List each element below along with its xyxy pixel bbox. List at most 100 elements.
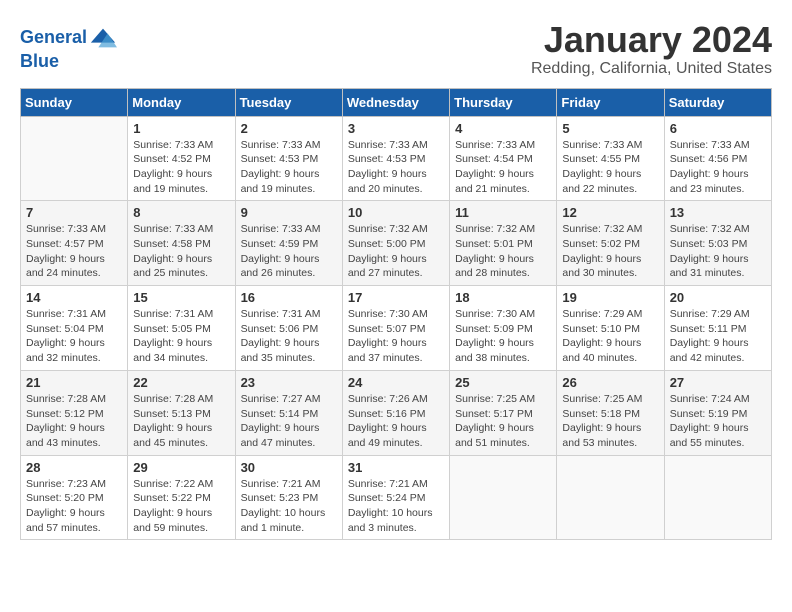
day-number: 2 [241,121,337,136]
day-number: 19 [562,290,658,305]
calendar-cell [664,455,771,540]
calendar-week-row: 7Sunrise: 7:33 AMSunset: 4:57 PMDaylight… [21,201,772,286]
calendar-cell: 16 Sunrise: 7:31 AMSunset: 5:06 PMDayligh… [235,286,342,371]
day-number: 25 [455,375,551,390]
calendar-cell: 26 Sunrise: 7:25 AMSunset: 5:18 PMDayligh… [557,370,664,455]
calendar-cell: 9 Sunrise: 7:33 AMSunset: 4:59 PMDaylight… [235,201,342,286]
calendar-cell: 21Sunrise: 7:28 AMSunset: 5:12 PMDayligh… [21,370,128,455]
weekday-header: Tuesday [235,88,342,116]
page-header: General Blue January 2024 Redding, Calif… [20,20,772,78]
day-info: Sunrise: 7:29 AMSunset: 5:11 PMDaylight:… [670,307,766,366]
day-number: 10 [348,205,444,220]
day-number: 6 [670,121,766,136]
day-info: Sunrise: 7:33 AMSunset: 4:56 PMDaylight:… [670,138,766,197]
day-number: 16 [241,290,337,305]
calendar-cell: 22 Sunrise: 7:28 AMSunset: 5:13 PMDayligh… [128,370,235,455]
day-number: 9 [241,205,337,220]
day-number: 15 [133,290,229,305]
calendar-cell: 24 Sunrise: 7:26 AMSunset: 5:16 PMDayligh… [342,370,449,455]
day-info: Sunrise: 7:31 AMSunset: 5:06 PMDaylight:… [241,307,337,366]
calendar-cell: 14 Sunrise: 7:31 AMSunset: 5:04 PMDayligh… [21,286,128,371]
calendar-cell: 30 Sunrise: 7:21 AMSunset: 5:23 PMDayligh… [235,455,342,540]
day-info: Sunrise: 7:21 AMSunset: 5:23 PMDaylight:… [241,477,337,536]
calendar-week-row: 14 Sunrise: 7:31 AMSunset: 5:04 PMDayligh… [21,286,772,371]
calendar-cell: 23 Sunrise: 7:27 AMSunset: 5:14 PMDayligh… [235,370,342,455]
day-number: 13 [670,205,766,220]
weekday-header: Monday [128,88,235,116]
weekday-header: Friday [557,88,664,116]
calendar-cell: 17Sunrise: 7:30 AMSunset: 5:07 PMDayligh… [342,286,449,371]
day-number: 8 [133,205,229,220]
calendar-cell: 7Sunrise: 7:33 AMSunset: 4:57 PMDaylight… [21,201,128,286]
day-info: Sunrise: 7:22 AMSunset: 5:22 PMDaylight:… [133,477,229,536]
calendar-week-row: 28 Sunrise: 7:23 AMSunset: 5:20 PMDayligh… [21,455,772,540]
day-number: 23 [241,375,337,390]
weekday-header: Saturday [664,88,771,116]
day-info: Sunrise: 7:33 AMSunset: 4:53 PMDaylight:… [348,138,444,197]
calendar-cell: 2Sunrise: 7:33 AMSunset: 4:53 PMDaylight… [235,116,342,201]
day-info: Sunrise: 7:25 AMSunset: 5:17 PMDaylight:… [455,392,551,451]
calendar-cell: 10 Sunrise: 7:32 AMSunset: 5:00 PMDayligh… [342,201,449,286]
day-number: 30 [241,460,337,475]
calendar-cell [450,455,557,540]
day-info: Sunrise: 7:33 AMSunset: 4:55 PMDaylight:… [562,138,658,197]
calendar-cell: 4Sunrise: 7:33 AMSunset: 4:54 PMDaylight… [450,116,557,201]
day-number: 31 [348,460,444,475]
day-info: Sunrise: 7:24 AMSunset: 5:19 PMDaylight:… [670,392,766,451]
day-info: Sunrise: 7:30 AMSunset: 5:09 PMDaylight:… [455,307,551,366]
calendar-cell: 19 Sunrise: 7:29 AMSunset: 5:10 PMDayligh… [557,286,664,371]
day-number: 3 [348,121,444,136]
weekday-header: Thursday [450,88,557,116]
logo-blue: Blue [20,52,117,72]
day-info: Sunrise: 7:23 AMSunset: 5:20 PMDaylight:… [26,477,122,536]
calendar-cell: 25 Sunrise: 7:25 AMSunset: 5:17 PMDayligh… [450,370,557,455]
day-info: Sunrise: 7:33 AMSunset: 4:54 PMDaylight:… [455,138,551,197]
day-info: Sunrise: 7:32 AMSunset: 5:00 PMDaylight:… [348,222,444,281]
day-info: Sunrise: 7:33 AMSunset: 4:58 PMDaylight:… [133,222,229,281]
calendar-cell: 29Sunrise: 7:22 AMSunset: 5:22 PMDayligh… [128,455,235,540]
day-info: Sunrise: 7:21 AMSunset: 5:24 PMDaylight:… [348,477,444,536]
title-block: January 2024 Redding, California, United… [531,20,772,78]
day-number: 27 [670,375,766,390]
calendar-cell: 15 Sunrise: 7:31 AMSunset: 5:05 PMDayligh… [128,286,235,371]
weekday-header: Wednesday [342,88,449,116]
calendar-title: January 2024 [531,20,772,60]
day-number: 18 [455,290,551,305]
day-info: Sunrise: 7:31 AMSunset: 5:04 PMDaylight:… [26,307,122,366]
day-info: Sunrise: 7:32 AMSunset: 5:01 PMDaylight:… [455,222,551,281]
calendar-cell [557,455,664,540]
day-number: 22 [133,375,229,390]
logo-icon [89,24,117,52]
calendar-cell: 20Sunrise: 7:29 AMSunset: 5:11 PMDayligh… [664,286,771,371]
day-info: Sunrise: 7:33 AMSunset: 4:57 PMDaylight:… [26,222,122,281]
day-number: 11 [455,205,551,220]
day-number: 21 [26,375,122,390]
calendar-cell: 3 Sunrise: 7:33 AMSunset: 4:53 PMDaylight… [342,116,449,201]
calendar-week-row: 1Sunrise: 7:33 AMSunset: 4:52 PMDaylight… [21,116,772,201]
day-info: Sunrise: 7:27 AMSunset: 5:14 PMDaylight:… [241,392,337,451]
day-number: 14 [26,290,122,305]
day-info: Sunrise: 7:31 AMSunset: 5:05 PMDaylight:… [133,307,229,366]
day-info: Sunrise: 7:33 AMSunset: 4:59 PMDaylight:… [241,222,337,281]
day-number: 24 [348,375,444,390]
calendar-cell: 6 Sunrise: 7:33 AMSunset: 4:56 PMDaylight… [664,116,771,201]
calendar-cell: 27 Sunrise: 7:24 AMSunset: 5:19 PMDayligh… [664,370,771,455]
day-number: 1 [133,121,229,136]
day-info: Sunrise: 7:29 AMSunset: 5:10 PMDaylight:… [562,307,658,366]
calendar-cell: 28 Sunrise: 7:23 AMSunset: 5:20 PMDayligh… [21,455,128,540]
calendar-cell: 8 Sunrise: 7:33 AMSunset: 4:58 PMDaylight… [128,201,235,286]
day-info: Sunrise: 7:26 AMSunset: 5:16 PMDaylight:… [348,392,444,451]
calendar-cell [21,116,128,201]
day-info: Sunrise: 7:25 AMSunset: 5:18 PMDaylight:… [562,392,658,451]
calendar-cell: 11 Sunrise: 7:32 AMSunset: 5:01 PMDayligh… [450,201,557,286]
day-number: 12 [562,205,658,220]
calendar-cell: 5Sunrise: 7:33 AMSunset: 4:55 PMDaylight… [557,116,664,201]
day-info: Sunrise: 7:28 AMSunset: 5:13 PMDaylight:… [133,392,229,451]
day-number: 26 [562,375,658,390]
day-number: 28 [26,460,122,475]
calendar-cell: 13Sunrise: 7:32 AMSunset: 5:03 PMDayligh… [664,201,771,286]
calendar-subtitle: Redding, California, United States [531,60,772,78]
logo: General Blue [20,24,117,72]
header-row: SundayMondayTuesdayWednesdayThursdayFrid… [21,88,772,116]
day-info: Sunrise: 7:30 AMSunset: 5:07 PMDaylight:… [348,307,444,366]
